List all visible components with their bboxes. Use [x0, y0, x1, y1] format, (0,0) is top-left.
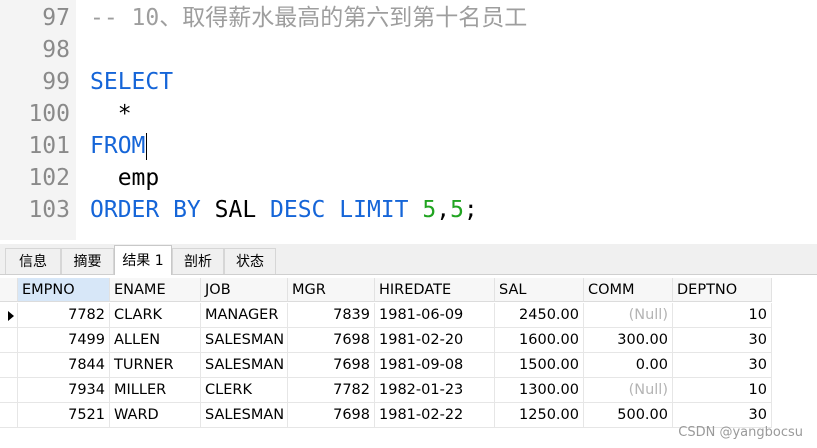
- code-token: ;: [463, 197, 478, 223]
- cell-job[interactable]: SALESMAN: [201, 403, 288, 428]
- cell-deptno[interactable]: 30: [673, 353, 772, 378]
- cell-ename[interactable]: MILLER: [110, 378, 201, 403]
- cell-sal[interactable]: 1500.00: [495, 353, 584, 378]
- cell-mgr[interactable]: 7698: [288, 328, 375, 353]
- cell-empno[interactable]: 7844: [18, 353, 110, 378]
- tab-3[interactable]: 剖析: [172, 248, 224, 274]
- cell-empno[interactable]: 7782: [18, 303, 110, 328]
- tab-1[interactable]: 摘要: [61, 248, 114, 274]
- cell-comm[interactable]: 500.00: [584, 403, 673, 428]
- watermark: CSDN @yangbocsu: [678, 425, 803, 440]
- cell-sal[interactable]: 2450.00: [495, 303, 584, 328]
- code-token: SAL: [214, 197, 271, 223]
- cell-comm[interactable]: 0.00: [584, 353, 673, 378]
- table-row[interactable]: 7521 WARD SALESMAN 7698 1981-02-22 1250.00 500…: [0, 403, 772, 428]
- row-selector[interactable]: [0, 378, 18, 403]
- table-row[interactable]: 7934 MILLER CLERK 7782 1982-01-23 1300.00 (Nul…: [0, 378, 772, 403]
- cell-ename[interactable]: WARD: [110, 403, 201, 428]
- cell-job[interactable]: MANAGER: [201, 303, 288, 328]
- sql-editor[interactable]: 97 -- 10、取得薪水最高的第六到第十名员工 98 99 SELECT 100 * 10…: [0, 0, 817, 240]
- tab-2[interactable]: 结果 1: [114, 245, 172, 275]
- code-token: SELECT: [90, 69, 174, 95]
- cell-empno[interactable]: 7934: [18, 378, 110, 403]
- cell-job[interactable]: CLERK: [201, 378, 288, 403]
- column-header-job[interactable]: JOB: [201, 278, 288, 302]
- cell-ename[interactable]: CLARK: [110, 303, 201, 328]
- row-selector[interactable]: [0, 303, 18, 328]
- cell-deptno[interactable]: 30: [673, 328, 772, 353]
- column-header-ename[interactable]: ENAME: [110, 278, 201, 302]
- cell-deptno[interactable]: 10: [673, 303, 772, 328]
- row-selector[interactable]: [0, 328, 18, 353]
- column-header-deptno[interactable]: DEPTNO: [673, 278, 772, 302]
- column-header-sal[interactable]: SAL: [495, 278, 584, 302]
- cell-hiredate[interactable]: 1982-01-23: [375, 378, 495, 403]
- code-token: *: [90, 101, 132, 127]
- column-header-mgr[interactable]: MGR: [288, 278, 375, 302]
- cell-sal[interactable]: 1250.00: [495, 403, 584, 428]
- cell-hiredate[interactable]: 1981-09-08: [375, 353, 495, 378]
- cell-comm[interactable]: 300.00: [584, 328, 673, 353]
- grid-corner: [0, 278, 18, 302]
- cell-empno[interactable]: 7521: [18, 403, 110, 428]
- cell-sal[interactable]: 1300.00: [495, 378, 584, 403]
- row-selector[interactable]: [0, 403, 18, 428]
- column-header-hiredate[interactable]: HIREDATE: [375, 278, 495, 302]
- code-text[interactable]: emp: [90, 162, 160, 194]
- code-text[interactable]: FROM: [90, 130, 148, 162]
- table-row[interactable]: 7782 CLARK MANAGER 7839 1981-06-09 2450.00 (Nu…: [0, 303, 772, 328]
- cell-empno[interactable]: 7499: [18, 328, 110, 353]
- code-token: -- 10、取得薪水最高的第六到第十名员工: [90, 5, 528, 31]
- cell-comm[interactable]: (Null): [584, 378, 673, 403]
- code-token: ORDER BY: [90, 197, 215, 223]
- line-number: 100: [28, 101, 70, 127]
- cell-job[interactable]: SALESMAN: [201, 353, 288, 378]
- cell-mgr[interactable]: 7698: [288, 353, 375, 378]
- code-text[interactable]: *: [90, 98, 132, 130]
- tab-4[interactable]: 状态: [224, 248, 276, 274]
- line-number: 97: [42, 5, 70, 31]
- table-row[interactable]: 7844 TURNER SALESMAN 7698 1981-09-08 1500.00 0…: [0, 353, 772, 378]
- line-number: 98: [42, 37, 70, 63]
- cell-deptno[interactable]: 10: [673, 378, 772, 403]
- result-grid[interactable]: EMPNO ENAME JOB MGR HIREDATE SAL COMM DEPTNO 77…: [0, 276, 817, 448]
- cell-sal[interactable]: 1600.00: [495, 328, 584, 353]
- cell-job[interactable]: SALESMAN: [201, 328, 288, 353]
- cell-hiredate[interactable]: 1981-02-22: [375, 403, 495, 428]
- code-token: 5: [450, 197, 464, 223]
- line-number: 102: [28, 165, 70, 191]
- cell-hiredate[interactable]: 1981-06-09: [375, 303, 495, 328]
- code-token: FROM: [90, 133, 146, 159]
- tab-0[interactable]: 信息: [5, 248, 61, 274]
- cell-ename[interactable]: TURNER: [110, 353, 201, 378]
- cell-ename[interactable]: ALLEN: [110, 328, 201, 353]
- line-number: 103: [28, 197, 70, 223]
- table-row[interactable]: 7499 ALLEN SALESMAN 7698 1981-02-20 1600.00 30…: [0, 328, 772, 353]
- code-token: ,: [436, 197, 451, 223]
- cell-mgr[interactable]: 7782: [288, 378, 375, 403]
- result-tab-bar: 信息 摘要 结果 1 剖析 状态: [0, 244, 817, 275]
- code-token: emp: [90, 165, 160, 191]
- cell-hiredate[interactable]: 1981-02-20: [375, 328, 495, 353]
- cell-mgr[interactable]: 7839: [288, 303, 375, 328]
- code-text[interactable]: ORDER BY SAL DESC LIMIT 5,5;: [90, 194, 478, 226]
- code-token: 5: [422, 197, 437, 223]
- column-header-empno[interactable]: EMPNO: [18, 278, 110, 302]
- code-text[interactable]: SELECT: [90, 66, 173, 98]
- current-row-pointer-icon: [8, 311, 14, 321]
- code-text[interactable]: -- 10、取得薪水最高的第六到第十名员工: [90, 2, 527, 34]
- column-header-comm[interactable]: COMM: [584, 278, 673, 302]
- text-caret: [146, 133, 148, 160]
- row-selector[interactable]: [0, 353, 18, 378]
- cell-comm[interactable]: (Null): [584, 303, 673, 328]
- cell-mgr[interactable]: 7698: [288, 403, 375, 428]
- code-token: DESC LIMIT: [270, 197, 423, 223]
- line-number: 99: [42, 69, 70, 95]
- line-number: 101: [28, 133, 70, 159]
